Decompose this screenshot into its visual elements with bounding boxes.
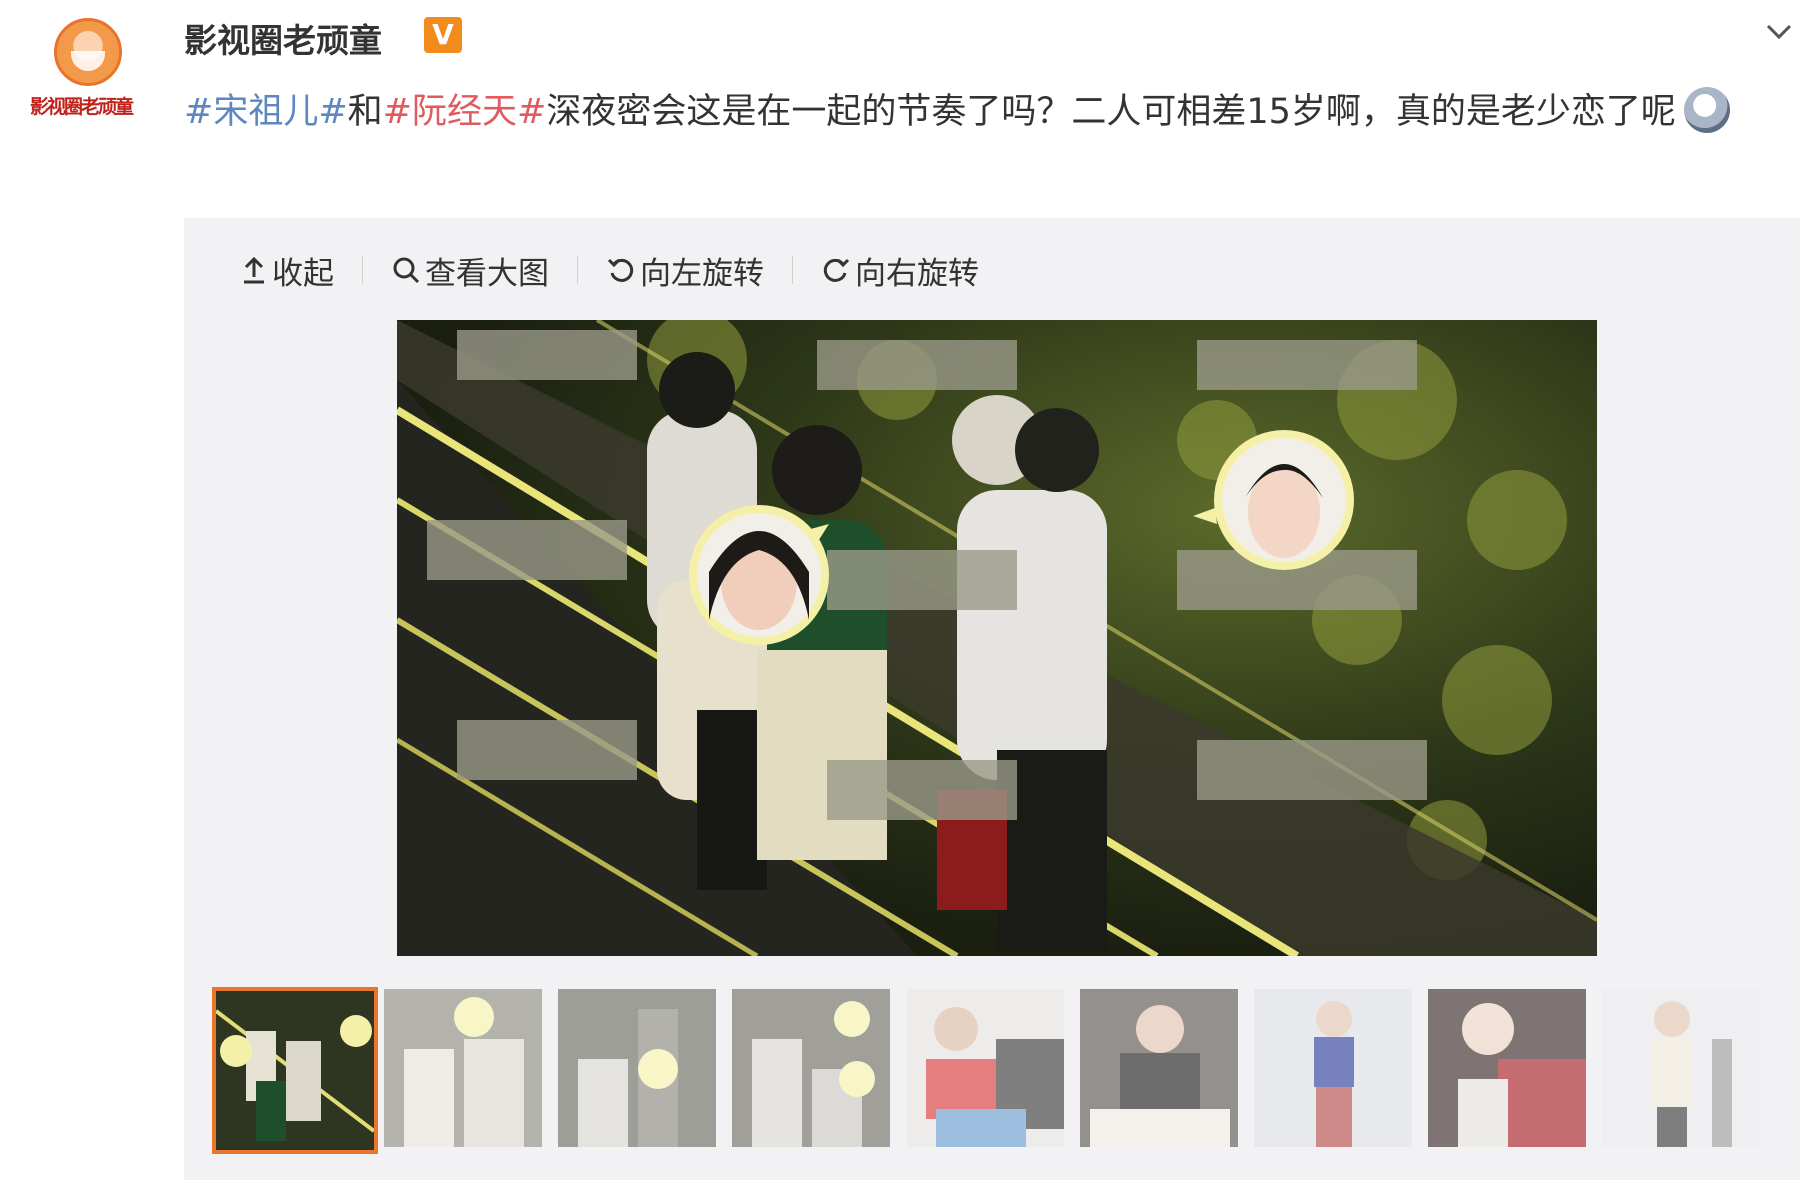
toolbar-divider (792, 256, 793, 284)
thumbnail-image (1428, 989, 1586, 1147)
thumbnail-image (558, 989, 716, 1147)
thumbnail-2[interactable] (384, 989, 542, 1147)
thumbnail-image (216, 991, 374, 1150)
rotate-left-icon (607, 258, 634, 282)
chevron-down-icon[interactable] (1764, 16, 1794, 46)
thumbnail-image (1080, 989, 1238, 1147)
topic-link-ruan[interactable]: #阮经天# (383, 92, 547, 132)
thumbnail-image (906, 989, 1064, 1147)
collapse-label: 收起 (272, 255, 334, 292)
thumbnail-image (1602, 989, 1760, 1147)
avatar-logo-text: 影视圈老顽童 (30, 96, 134, 118)
main-photo[interactable] (397, 320, 1597, 956)
view-large-button[interactable]: 查看大图 (391, 248, 549, 293)
thumbnail-strip (212, 987, 1800, 1154)
collapse-button[interactable]: 收起 (240, 248, 334, 293)
thumbnail-9[interactable] (1602, 989, 1760, 1147)
thumbnail-image (1254, 989, 1412, 1147)
image-toolbar: 收起 查看大图 向左旋转 向右旋转 (240, 248, 979, 293)
rotate-right-button[interactable]: 向右旋转 (821, 248, 979, 293)
author-avatar[interactable]: 影视圈老顽童 (18, 18, 158, 128)
verified-badge-icon: V (424, 17, 462, 53)
thumbnail-6[interactable] (1080, 989, 1238, 1147)
post-connector: 和 (347, 92, 383, 132)
weibo-post: 影视圈老顽童 影视圈老顽童 V #宋祖儿#和#阮经天#深夜密会这是在一起的节奏了… (0, 0, 1800, 1200)
topic-link-song[interactable]: #宋祖儿# (184, 92, 348, 132)
avatar-image (54, 18, 122, 86)
toolbar-divider (362, 256, 363, 284)
thumbnail-5[interactable] (906, 989, 1064, 1147)
doge-emoji-icon (1683, 87, 1730, 133)
thumbnail-7[interactable] (1254, 989, 1412, 1147)
author-name[interactable]: 影视圈老顽童 (184, 14, 382, 62)
toolbar-divider (577, 256, 578, 284)
escalator-photo (397, 320, 1597, 956)
post-content: #宋祖儿#和#阮经天#深夜密会这是在一起的节奏了吗？二人可相差15岁啊，真的是老… (184, 78, 1744, 146)
search-icon (393, 257, 420, 284)
rotate-right-label: 向右旋转 (855, 255, 979, 292)
rotate-left-label: 向左旋转 (640, 255, 764, 292)
thumbnail-1[interactable] (212, 987, 378, 1154)
rotate-right-icon (823, 258, 850, 282)
post-body-text: 深夜密会这是在一起的节奏了吗？二人可相差15岁啊，真的是老少恋了呢 (546, 92, 1676, 132)
media-panel: 收起 查看大图 向左旋转 向右旋转 (184, 218, 1800, 1180)
upload-arrow-icon (244, 256, 264, 284)
thumbnail-image (732, 989, 890, 1147)
thumbnail-3[interactable] (558, 989, 716, 1147)
rotate-left-button[interactable]: 向左旋转 (606, 248, 764, 293)
thumbnail-4[interactable] (732, 989, 890, 1147)
view-large-label: 查看大图 (425, 255, 549, 292)
thumbnail-image (384, 989, 542, 1147)
thumbnail-8[interactable] (1428, 989, 1586, 1147)
